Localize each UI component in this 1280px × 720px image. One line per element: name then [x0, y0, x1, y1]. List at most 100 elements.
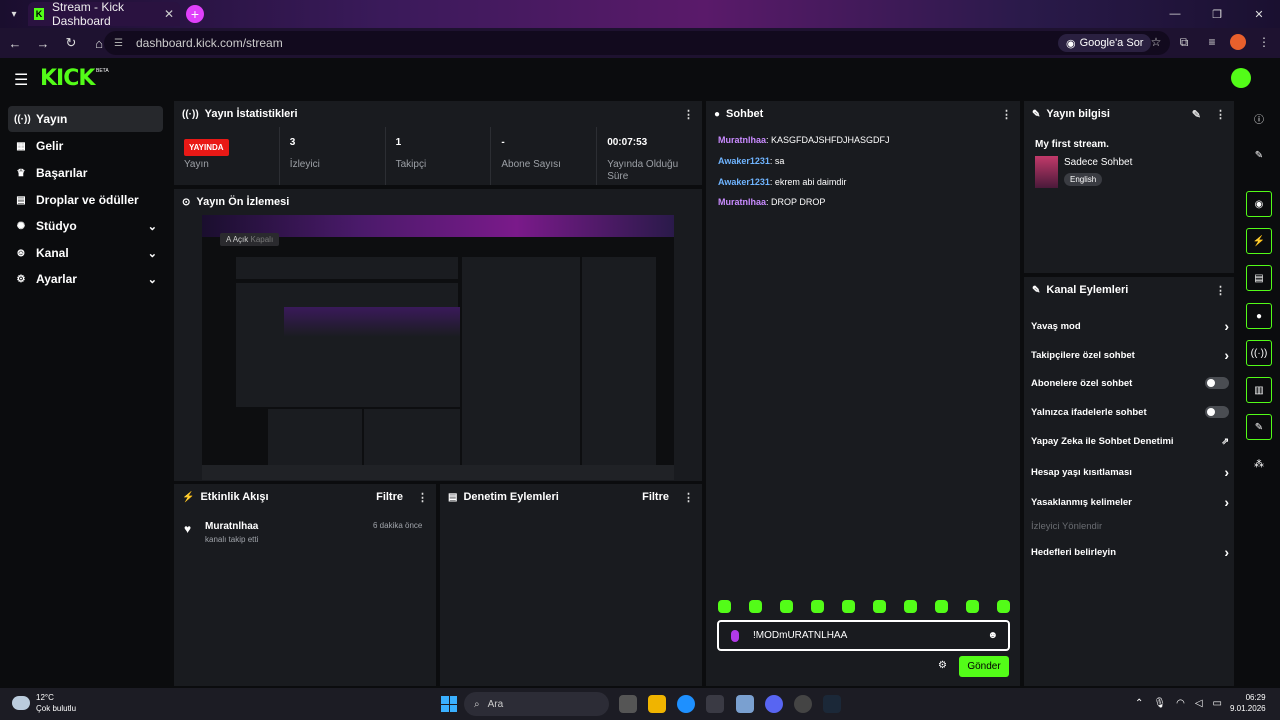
taskbar-clock[interactable]: 06:29 9.01.2026: [1230, 692, 1266, 714]
filter-button[interactable]: Filtre: [642, 491, 669, 503]
sidebar-item-droplar[interactable]: ▤ Droplar ve ödüller: [8, 187, 163, 213]
edit-icon[interactable]: ✎: [1192, 108, 1201, 121]
emote-icon[interactable]: [749, 600, 762, 613]
microphone-icon[interactable]: [731, 629, 739, 642]
discord-icon[interactable]: [765, 695, 783, 713]
new-tab-button[interactable]: +: [186, 5, 204, 23]
chevron-right-icon: ›: [1224, 464, 1229, 480]
more-options-icon[interactable]: ⋮: [683, 108, 694, 121]
url-bar[interactable]: ☰ dashboard.kick.com/stream: [104, 31, 1170, 55]
action-followers-only[interactable]: Takipçilere özel sohbet ›: [1031, 347, 1229, 363]
emote-icon[interactable]: [780, 600, 793, 613]
steam-icon[interactable]: [823, 695, 841, 713]
broadcast-icon[interactable]: ((·)): [1246, 340, 1272, 366]
site-info-icon[interactable]: ☰: [114, 38, 128, 49]
emote-icon[interactable]: [811, 600, 824, 613]
action-ai-moderation[interactable]: Yapay Zeka ile Sohbet Denetimi ⇗: [1031, 436, 1229, 447]
more-options-icon[interactable]: ⋮: [1215, 108, 1226, 121]
action-goals[interactable]: Hedefleri belirleyin ›: [1031, 544, 1229, 560]
more-options-icon[interactable]: ⋮: [417, 491, 428, 504]
send-button[interactable]: Gönder: [959, 656, 1009, 677]
chat-username[interactable]: Awaker1231: [718, 177, 770, 187]
tab-search-icon[interactable]: ▾: [0, 0, 28, 28]
action-label: Hesap yaşı kısıtlaması: [1031, 466, 1132, 478]
preview-chat-box: [462, 257, 580, 475]
google-ask-button[interactable]: ◉ Google'a Sor: [1058, 34, 1152, 52]
chat-settings-icon[interactable]: ⚙: [938, 660, 947, 671]
wrench-icon[interactable]: ✎: [1246, 414, 1272, 440]
back-icon[interactable]: ←: [2, 30, 28, 56]
preview-toggle-icon[interactable]: ◉: [1246, 191, 1272, 217]
kick-logo[interactable]: KICK: [40, 66, 95, 91]
more-options-icon[interactable]: ⋮: [1215, 284, 1226, 297]
sidebar-item-studyo[interactable]: ✺ Stüdyo ⌄: [8, 213, 163, 239]
minimize-icon[interactable]: —: [1154, 0, 1196, 28]
emote-icon[interactable]: [966, 600, 979, 613]
edit-icon[interactable]: ✎: [1246, 142, 1272, 168]
panel-title: Denetim Eylemleri: [463, 491, 559, 503]
profile-avatar-icon[interactable]: [1230, 34, 1246, 50]
browser-menu-icon[interactable]: ⋮: [1254, 31, 1274, 53]
edge-icon[interactable]: [677, 695, 695, 713]
layout-icon[interactable]: ▥: [1246, 377, 1272, 403]
sidebar-item-basarilar[interactable]: ♛ Başarılar: [8, 160, 163, 186]
taskbar-search[interactable]: ⌕ Ara: [464, 692, 609, 716]
emote-icon[interactable]: [904, 600, 917, 613]
action-banned-words[interactable]: Yasaklanmış kelimeler ›: [1031, 494, 1229, 510]
chat-input[interactable]: !MODmURATNLHAA ☻: [717, 620, 1010, 651]
emote-icon[interactable]: [935, 600, 948, 613]
app-icon[interactable]: [736, 695, 754, 713]
weather-widget[interactable]: 12°C Çok bulutlu: [12, 692, 76, 714]
chat-username[interactable]: Muratnlhaa: [718, 197, 766, 207]
wifi-icon[interactable]: ◠: [1176, 698, 1185, 709]
browser-tab[interactable]: K Stream - Kick Dashboard ✕: [28, 0, 180, 28]
emote-icon[interactable]: [718, 600, 731, 613]
media-control-icon[interactable]: ≡: [1202, 31, 1222, 53]
emote-icon[interactable]: [842, 600, 855, 613]
info-icon[interactable]: ⓘ: [1246, 105, 1272, 131]
bookmark-star-icon[interactable]: ☆: [1146, 31, 1166, 53]
chrome-icon[interactable]: [706, 695, 724, 713]
task-view-icon[interactable]: [619, 695, 637, 713]
forward-icon[interactable]: →: [30, 30, 56, 56]
more-options-icon[interactable]: ⋮: [1001, 108, 1012, 121]
obs-icon[interactable]: [794, 695, 812, 713]
close-window-icon[interactable]: ✕: [1238, 0, 1280, 28]
emoji-icon[interactable]: ☻: [987, 630, 998, 641]
chat-username[interactable]: Awaker1231: [718, 156, 770, 166]
filter-button[interactable]: Filtre: [376, 491, 403, 503]
document-icon[interactable]: ▤: [1246, 265, 1272, 291]
tray-chevron-icon[interactable]: ⌃: [1135, 698, 1143, 709]
action-emotes-only: Yalnızca ifadelerle sohbet: [1031, 406, 1229, 418]
sidebar-item-ayarlar[interactable]: ⚙ Ayarlar ⌄: [8, 266, 163, 292]
extensions-icon[interactable]: ⧉: [1174, 31, 1194, 53]
sidebar-item-kanal[interactable]: ⊛ Kanal ⌄: [8, 240, 163, 266]
lightning-icon[interactable]: ⚡: [1246, 228, 1272, 254]
reload-icon[interactable]: ↻: [58, 30, 84, 56]
action-account-age[interactable]: Hesap yaşı kısıtlaması ›: [1031, 464, 1229, 480]
hamburger-menu-icon[interactable]: ☰: [14, 70, 28, 90]
microphone-icon[interactable]: 🎙: [1153, 698, 1166, 709]
windows-start-icon[interactable]: [441, 696, 457, 712]
action-slow-mode[interactable]: Yavaş mod ›: [1031, 318, 1229, 334]
chat-username[interactable]: Muratnlhaa: [718, 135, 766, 145]
user-avatar[interactable]: [1231, 68, 1251, 88]
event-user[interactable]: Muratnlhaa: [205, 521, 258, 532]
sidebar-item-yayin[interactable]: ((·)) Yayın: [8, 106, 163, 132]
sidebar-item-gelir[interactable]: ▦ Gelir: [8, 133, 163, 159]
emote-icon[interactable]: [997, 600, 1010, 613]
stream-category[interactable]: Sadece Sohbet: [1064, 157, 1132, 168]
stream-preview-video[interactable]: A Açık Kapalı: [202, 215, 674, 480]
emote-icon[interactable]: [873, 600, 886, 613]
battery-icon[interactable]: ▭: [1213, 698, 1222, 709]
chat-bubble-icon[interactable]: ●: [1246, 303, 1272, 329]
more-options-icon[interactable]: ⋮: [683, 491, 694, 504]
volume-icon[interactable]: ◁: [1195, 698, 1203, 709]
file-explorer-icon[interactable]: [648, 695, 666, 713]
add-widget-icon[interactable]: ⁂: [1246, 451, 1272, 477]
beta-badge: BETA: [96, 68, 109, 74]
emotes-only-toggle[interactable]: [1205, 406, 1229, 418]
subscribers-only-toggle[interactable]: [1205, 377, 1229, 389]
maximize-icon[interactable]: ❐: [1196, 0, 1238, 28]
tab-close-icon[interactable]: ✕: [164, 7, 174, 21]
